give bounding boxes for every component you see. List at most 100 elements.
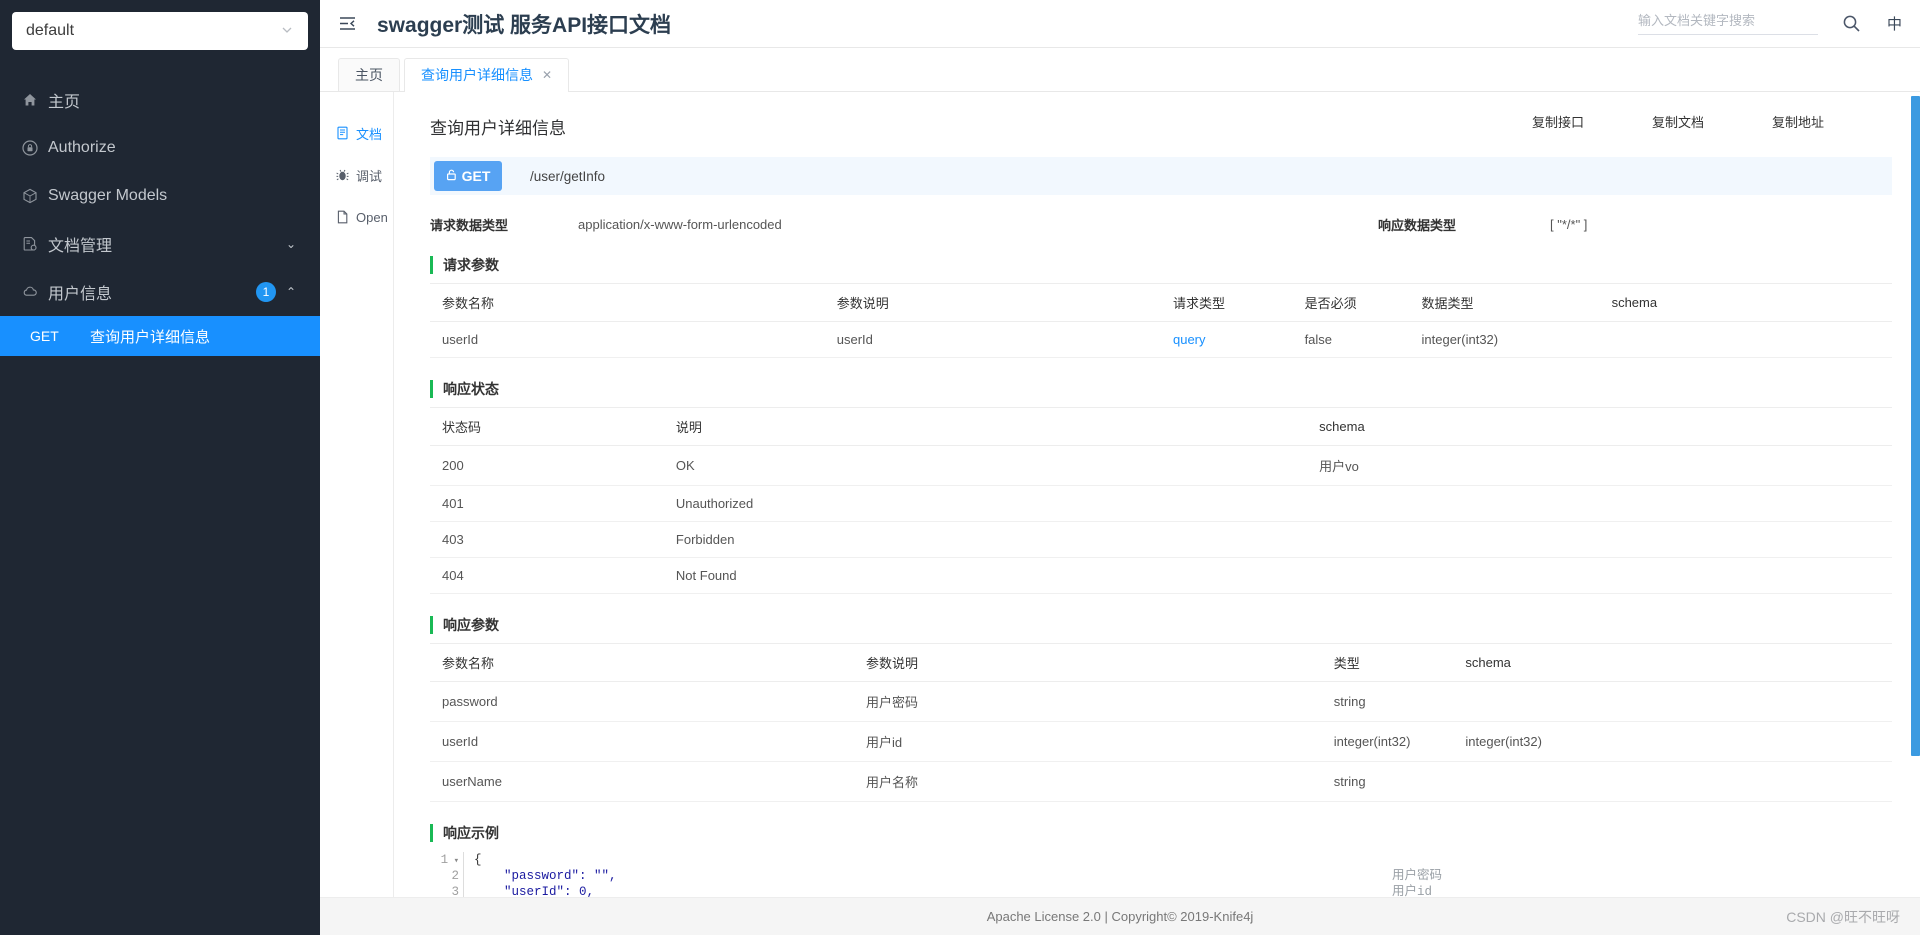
subnav-item-document[interactable]: 文档 [320, 112, 393, 154]
doc-title: 查询用户详细信息 [430, 119, 566, 138]
language-toggle[interactable]: 中 [1887, 13, 1902, 34]
doc-settings-icon [22, 236, 48, 252]
col-resp-type: 类型 [1321, 643, 1454, 682]
table-row: 404 Not Found [430, 557, 1892, 594]
sidebar-item-label: Authorize [48, 139, 116, 156]
cell-status-desc: OK [663, 445, 1308, 486]
tab-bar: 主页 查询用户详细信息 ✕ [320, 48, 1920, 92]
copy-interface-button[interactable]: 复制接口 [1532, 112, 1652, 131]
cell-resp-type: string [1321, 761, 1454, 802]
table-row: 401 Unauthorized [430, 485, 1892, 522]
cell-status-code: 404 [430, 557, 664, 594]
sidebar-item-home[interactable]: 主页 [0, 76, 320, 124]
code-text: "userId": 0, [474, 885, 595, 897]
col-param-desc: 参数说明 [824, 283, 1161, 322]
cell-param-in[interactable]: query [1160, 321, 1293, 358]
request-content-type-value: application/x-www-form-urlencoded [578, 217, 782, 232]
vertical-scrollbar[interactable] [1911, 92, 1920, 897]
cell-resp-desc: 用户名称 [853, 761, 1322, 802]
watermark: CSDN @旺不旺呀 [1786, 908, 1900, 925]
section-title-response-example: 响应示例 [430, 824, 1892, 842]
request-params-table: 参数名称 参数说明 请求类型 是否必须 数据类型 schema userId u… [430, 283, 1892, 358]
code-text: { [474, 853, 482, 867]
search-icon[interactable] [1842, 14, 1861, 33]
endpoint-path: /user/getInfo [530, 168, 606, 184]
col-param-required: 是否必须 [1292, 283, 1410, 322]
tab-home[interactable]: 主页 [338, 58, 400, 91]
copy-address-button[interactable]: 复制地址 [1772, 112, 1892, 131]
sidebar-item-api-get-user-info[interactable]: GET 查询用户详细信息 [0, 316, 320, 356]
code-line: 3 "userId": 0, 用户id [430, 884, 1892, 897]
sidebar-item-label: Swagger Models [48, 187, 168, 204]
request-content-type-label: 请求数据类型 [430, 218, 509, 233]
code-comment [1392, 852, 1892, 868]
document-icon [336, 126, 349, 140]
col-param-schema: schema [1599, 283, 1892, 322]
unlock-icon [446, 168, 457, 184]
subnav-label: 文档 [356, 126, 383, 142]
col-status-schema: schema [1307, 407, 1892, 446]
col-resp-desc: 参数说明 [853, 643, 1322, 682]
sidebar-nav: 主页 Authorize Swagger Models 文档管理 ⌄ 用户信息 … [0, 76, 320, 356]
cell-resp-schema: integer(int32) [1453, 721, 1892, 762]
bug-icon [336, 168, 349, 182]
subnav-item-open[interactable]: Open [320, 196, 393, 238]
response-params-table: 参数名称 参数说明 类型 schema password 用户密码 string [430, 643, 1892, 802]
cell-status-schema [1307, 557, 1892, 594]
section-title-response-status: 响应状态 [430, 380, 1892, 398]
table-row: 403 Forbidden [430, 521, 1892, 558]
response-status-table: 状态码 说明 schema 200 OK 用户vo 401 Unauthoriz… [430, 407, 1892, 594]
sidebar-item-authorize[interactable]: Authorize [0, 124, 320, 172]
cell-resp-name: userName [430, 761, 854, 802]
line-number: 2 [430, 868, 464, 884]
doc-header: 查询用户详细信息 复制接口 复制文档 复制地址 [430, 112, 1892, 139]
code-comment: 用户id [1392, 885, 1433, 897]
cell-status-code: 401 [430, 485, 664, 522]
code-comment: 用户密码 [1392, 869, 1443, 883]
tab-query-user-detail[interactable]: 查询用户详细信息 ✕ [404, 58, 570, 92]
col-status-code: 状态码 [430, 407, 664, 446]
cell-status-desc: Unauthorized [663, 485, 1308, 522]
subnav-label: Open [356, 209, 388, 225]
top-bar-right: 中 [1637, 12, 1920, 35]
http-method-badge: GET [434, 161, 502, 191]
table-header-row: 状态码 说明 schema [430, 407, 1892, 446]
search-box [1637, 12, 1818, 35]
menu-collapse-icon[interactable] [338, 14, 357, 33]
tab-label: 主页 [355, 67, 383, 83]
cell-status-desc: Not Found [663, 557, 1308, 594]
cell-status-schema: 用户vo [1307, 445, 1892, 486]
response-example-code[interactable]: 1 ▾ { 2 "password": "", 用户密码 3 "userId": [430, 852, 1892, 897]
scrollbar-thumb[interactable] [1911, 96, 1920, 756]
col-resp-schema: schema [1453, 643, 1892, 682]
cloud-icon [22, 284, 48, 300]
code-line: 1 ▾ { [430, 852, 1892, 868]
sidebar-item-doc-management[interactable]: 文档管理 ⌄ [0, 220, 320, 268]
cell-param-type: integer(int32) [1409, 321, 1600, 358]
sub-nav: 文档 调试 Open [320, 92, 394, 897]
search-input[interactable] [1637, 13, 1818, 28]
sidebar-item-swagger-models[interactable]: Swagger Models [0, 172, 320, 220]
api-name-label: 查询用户详细信息 [90, 328, 211, 346]
service-select[interactable]: default [12, 12, 308, 50]
cell-param-name: userId [430, 321, 825, 358]
sidebar: default 主页 Authorize Swagger Models 文档管理… [0, 0, 320, 935]
endpoint-bar: GET /user/getInfo [430, 157, 1892, 195]
cell-resp-schema [1453, 761, 1892, 802]
cell-status-schema [1307, 485, 1892, 522]
chevron-down-icon [280, 23, 294, 40]
table-row: userName 用户名称 string [430, 761, 1892, 802]
section-title-request-params: 请求参数 [430, 256, 1892, 274]
fold-arrow-icon[interactable]: ▾ [448, 856, 459, 866]
cell-resp-name: userId [430, 721, 854, 762]
subnav-item-debug[interactable]: 调试 [320, 154, 393, 196]
col-param-name: 参数名称 [430, 283, 825, 322]
top-bar: swagger测试 服务API接口文档 中 [320, 0, 1920, 48]
cell-resp-type: string [1321, 681, 1454, 722]
sidebar-item-user-info[interactable]: 用户信息 1 ⌃ [0, 268, 320, 316]
cell-status-code: 200 [430, 445, 664, 486]
tab-label: 查询用户详细信息 [421, 67, 533, 83]
close-icon[interactable]: ✕ [542, 68, 552, 82]
copy-document-button[interactable]: 复制文档 [1652, 112, 1772, 131]
sidebar-item-label: 文档管理 [48, 238, 113, 255]
